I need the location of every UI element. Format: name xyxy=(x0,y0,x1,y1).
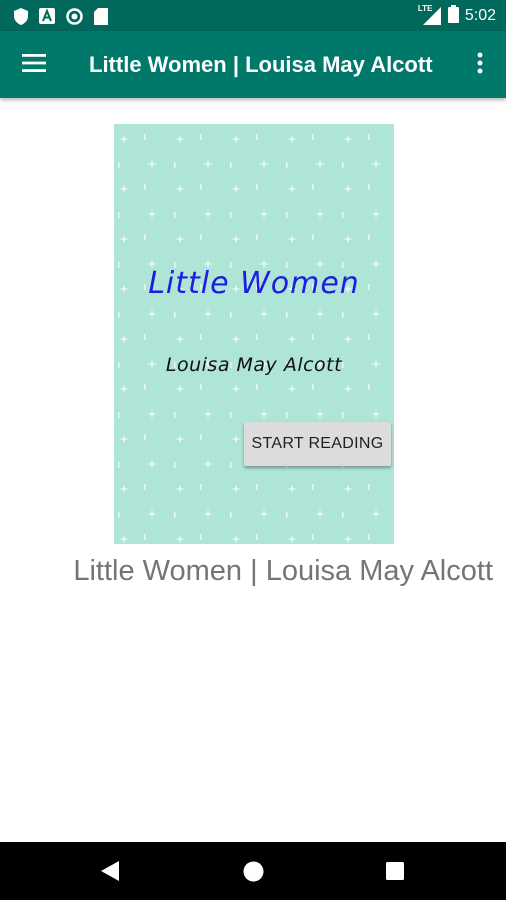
book-cover[interactable]: Little Women Louisa May Alcott START REA… xyxy=(114,124,394,544)
status-system-icons: LTE 5:02 xyxy=(418,4,496,28)
home-icon[interactable] xyxy=(243,861,264,887)
app-title: Little Women | Louisa May Alcott xyxy=(89,52,433,77)
navigation-bar xyxy=(0,842,506,900)
status-bar: LTE 5:02 xyxy=(0,0,506,31)
start-reading-button[interactable]: START READING xyxy=(244,422,391,466)
more-vert-icon xyxy=(477,52,483,79)
cover-title: Little Women xyxy=(148,266,360,301)
battery-icon xyxy=(447,4,459,28)
cover-pattern xyxy=(114,124,394,544)
status-notification-icons xyxy=(14,7,108,25)
shield-icon xyxy=(14,7,28,25)
sd-card-icon xyxy=(94,7,108,25)
overflow-menu-button[interactable] xyxy=(466,45,494,85)
recents-icon[interactable] xyxy=(386,862,404,885)
a-box-icon xyxy=(39,8,55,24)
back-icon[interactable] xyxy=(101,861,119,886)
hamburger-menu-icon xyxy=(22,53,46,77)
signal-icon: LTE xyxy=(418,4,442,25)
book-title: Little Women | Louisa May Alcott xyxy=(73,555,493,587)
clock: 5:02 xyxy=(464,7,496,24)
menu-button[interactable] xyxy=(14,45,54,85)
app-bar: Little Women | Louisa May Alcott xyxy=(0,31,506,98)
circle-icon xyxy=(66,7,83,25)
cover-author: Louisa May Alcott xyxy=(165,354,343,376)
